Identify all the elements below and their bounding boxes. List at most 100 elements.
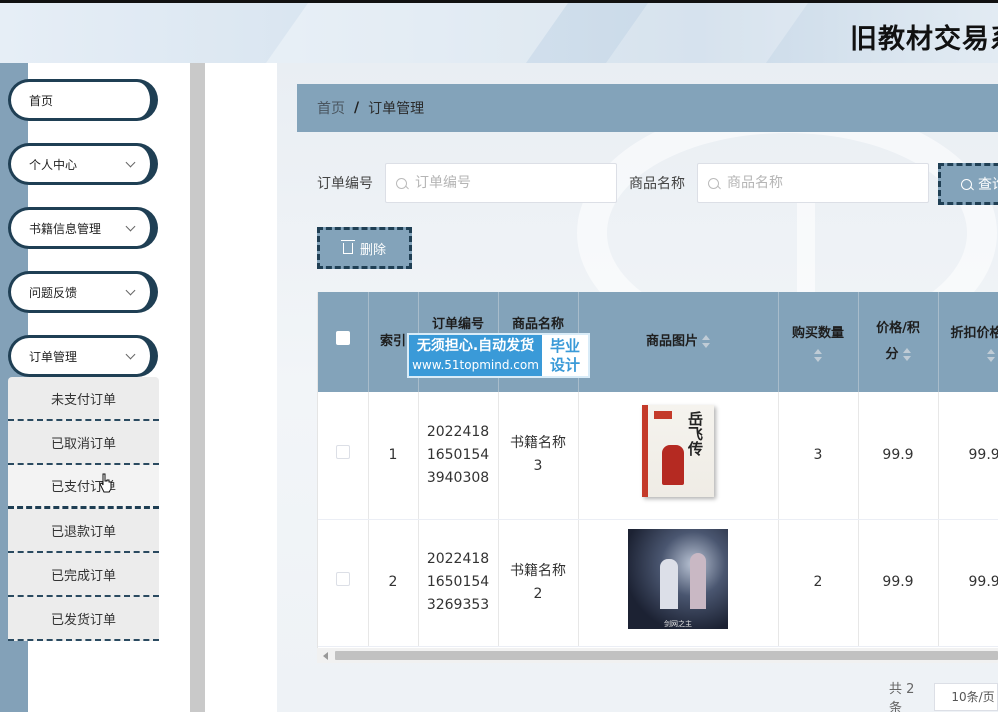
submenu-item-paid[interactable]: 已支付订单 (8, 465, 159, 509)
order-no-input[interactable] (415, 175, 605, 191)
header-decoration (577, 3, 823, 63)
sort-caret-icon[interactable] (814, 349, 822, 363)
column-label: 订单编号 (431, 317, 484, 332)
delete-button-label: 删除 (359, 242, 386, 258)
watermark-badge: 毕业 设计 (542, 335, 588, 376)
product-image[interactable]: 岳飞传 (642, 405, 714, 498)
image-cell: 岳飞传 (578, 392, 779, 520)
page-size-select[interactable]: 10条/页 (934, 683, 998, 711)
sort-caret-icon[interactable] (702, 334, 710, 349)
discount-cell: 99.9 (938, 519, 998, 647)
row-checkbox[interactable] (335, 572, 350, 586)
discount-cell: 99.9 (938, 392, 998, 520)
watermark-line: 无须担心.自动发货 (416, 337, 535, 354)
chevron-down-icon (125, 221, 136, 231)
order-no-label: 订单编号 (317, 176, 373, 192)
cover-figure (662, 445, 684, 486)
order-no-line: 1650154 (426, 574, 490, 590)
product-name-line: 书籍名称 (510, 435, 566, 452)
sort-caret-icon[interactable] (902, 347, 911, 362)
submenu-item-refunded[interactable]: 已退款订单 (8, 509, 159, 553)
watermark-badge-line: 设计 (549, 355, 580, 374)
index-cell: 2 (368, 519, 419, 647)
column-label: 分 (885, 347, 899, 362)
header-decoration (237, 3, 583, 63)
query-button[interactable]: 查询 (938, 163, 998, 205)
breadcrumb-current: 订单管理 (368, 101, 425, 117)
product-name-line: 2 (533, 585, 543, 602)
table-row[interactable]: 1 2022418 1650154 3940308 书籍名称 3 岳飞传 3 9… (318, 392, 998, 520)
order-no-line: 2022418 (426, 551, 490, 567)
watermark-url: www.51topmind.com (412, 357, 539, 372)
sidebar-item-label: 订单管理 (29, 349, 78, 364)
order-no-cell: 2022418 1650154 3269353 (418, 519, 499, 647)
scrollbar-thumb[interactable] (335, 651, 998, 660)
product-name-line: 3 (533, 458, 543, 475)
cover-figure (690, 552, 706, 609)
order-no-cell: 2022418 1650154 3940308 (418, 392, 499, 520)
chevron-down-icon (125, 157, 136, 167)
search-icon (396, 177, 407, 189)
pagination: 共 2 条 10条/页 (889, 678, 998, 712)
sidebar-item-label: 个人中心 (29, 157, 78, 172)
submenu-item-shipped[interactable]: 已发货订单 (8, 597, 159, 641)
sidebar-item-label: 书籍信息管理 (29, 221, 102, 236)
breadcrumb-home[interactable]: 首页 (317, 98, 345, 118)
top-header: 旧教材交易系统 (0, 0, 998, 63)
search-icon (708, 177, 719, 189)
row-select-cell (318, 392, 369, 520)
horizontal-scrollbar[interactable] (317, 648, 998, 663)
column-label: 商品名称 (511, 317, 564, 332)
order-submenu: 未支付订单 已取消订单 已支付订单 已退款订单 已完成订单 已发货订单 (8, 377, 159, 641)
order-no-line: 1650154 (426, 446, 490, 463)
column-label: 价格/积 (876, 321, 920, 336)
product-image[interactable]: 剑网之主 (628, 528, 728, 629)
sidebar-item-label: 首页 (29, 93, 54, 108)
price-cell: 99.9 (858, 519, 939, 647)
submenu-item-cancelled[interactable]: 已取消订单 (8, 421, 159, 465)
trash-icon (340, 239, 355, 254)
sidebar-item-book-info[interactable]: 书籍信息管理 (8, 207, 158, 249)
watermark-banner: 无须担心.自动发货 www.51topmind.com 毕业 设计 (407, 333, 590, 378)
submenu-item-unpaid[interactable]: 未支付订单 (8, 377, 159, 421)
image-cell: 剑网之主 (578, 519, 779, 647)
sort-caret-icon[interactable] (986, 349, 995, 363)
column-header-price[interactable]: 价格/积分 (858, 292, 939, 392)
breadcrumb: 首页 / 订单管理 (297, 84, 998, 132)
search-icon (961, 178, 972, 190)
order-no-line: 3269353 (426, 597, 490, 613)
query-button-label: 查询 (978, 177, 998, 193)
table-row[interactable]: 2 2022418 1650154 3269353 书籍名称 2 剑网之主 2 … (318, 519, 998, 647)
product-name-input[interactable] (727, 175, 917, 191)
breadcrumb-separator: / (354, 100, 360, 116)
select-all-cell (318, 292, 369, 392)
scroll-left-icon[interactable] (323, 652, 328, 660)
product-name-field[interactable] (697, 163, 929, 203)
sidebar-item-home[interactable]: 首页 (8, 79, 158, 121)
delete-button[interactable]: 删除 (317, 227, 412, 269)
sidebar-item-order-management[interactable]: 订单管理 (8, 335, 158, 377)
row-checkbox[interactable] (335, 444, 350, 459)
column-label: 商品图片 (645, 334, 698, 349)
search-form: 订单编号 商品名称 (317, 163, 941, 203)
order-no-line: 2022418 (426, 423, 490, 440)
order-no-line: 3940308 (426, 469, 490, 486)
watermark-badge-line: 毕业 (549, 336, 580, 355)
column-label: 购买数量 (791, 326, 844, 341)
select-all-checkbox[interactable] (335, 331, 350, 345)
chevron-down-icon (125, 349, 136, 359)
qty-cell: 3 (778, 392, 859, 520)
order-no-field[interactable] (385, 163, 617, 203)
column-label: 索引 (379, 334, 406, 349)
column-header-qty[interactable]: 购买数量 (778, 292, 859, 392)
product-name-cell: 书籍名称 2 (498, 519, 579, 647)
qty-cell: 2 (778, 519, 859, 647)
submenu-item-completed[interactable]: 已完成订单 (8, 553, 159, 597)
sidebar-item-feedback[interactable]: 问题反馈 (8, 271, 158, 313)
price-cell: 99.9 (858, 392, 939, 520)
sidebar-item-personal-center[interactable]: 个人中心 (8, 143, 158, 185)
column-header-image[interactable]: 商品图片 (578, 292, 779, 392)
column-header-discount[interactable]: 折扣价格 (938, 292, 998, 392)
column-label: 折扣价格 (950, 326, 998, 341)
sidebar-item-label: 问题反馈 (29, 285, 78, 300)
